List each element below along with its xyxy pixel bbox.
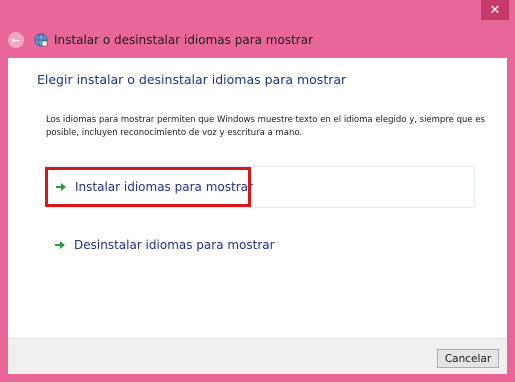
back-arrow-icon: ←	[11, 33, 21, 47]
description-text: Los idiomas para mostrar permiten que Wi…	[46, 115, 485, 138]
uninstall-languages-label: Desinstalar idiomas para mostrar	[74, 238, 275, 252]
install-languages-option[interactable]: Instalar idiomas para mostrar	[45, 166, 475, 208]
dialog-window: ✕ ← Instalar o desinstalar idiomas para …	[0, 0, 515, 382]
green-arrow-icon	[56, 183, 66, 191]
back-button[interactable]: ←	[8, 32, 24, 48]
content-panel: Elegir instalar o desinstalar idiomas pa…	[8, 58, 507, 338]
uninstall-languages-option[interactable]: Desinstalar idiomas para mostrar	[45, 224, 475, 266]
page-heading: Elegir instalar o desinstalar idiomas pa…	[37, 72, 347, 87]
close-icon: ✕	[489, 2, 501, 18]
footer-bar: Cancelar	[8, 338, 507, 374]
close-button[interactable]: ✕	[481, 0, 509, 20]
window-title: Instalar o desinstalar idiomas para most…	[54, 33, 314, 47]
green-arrow-icon	[55, 241, 65, 249]
install-languages-label: Instalar idiomas para mostrar	[75, 180, 253, 194]
cancel-button[interactable]: Cancelar	[437, 349, 499, 368]
title-bar: ← Instalar o desinstalar idiomas para mo…	[8, 28, 507, 52]
language-globe-icon	[34, 33, 48, 47]
